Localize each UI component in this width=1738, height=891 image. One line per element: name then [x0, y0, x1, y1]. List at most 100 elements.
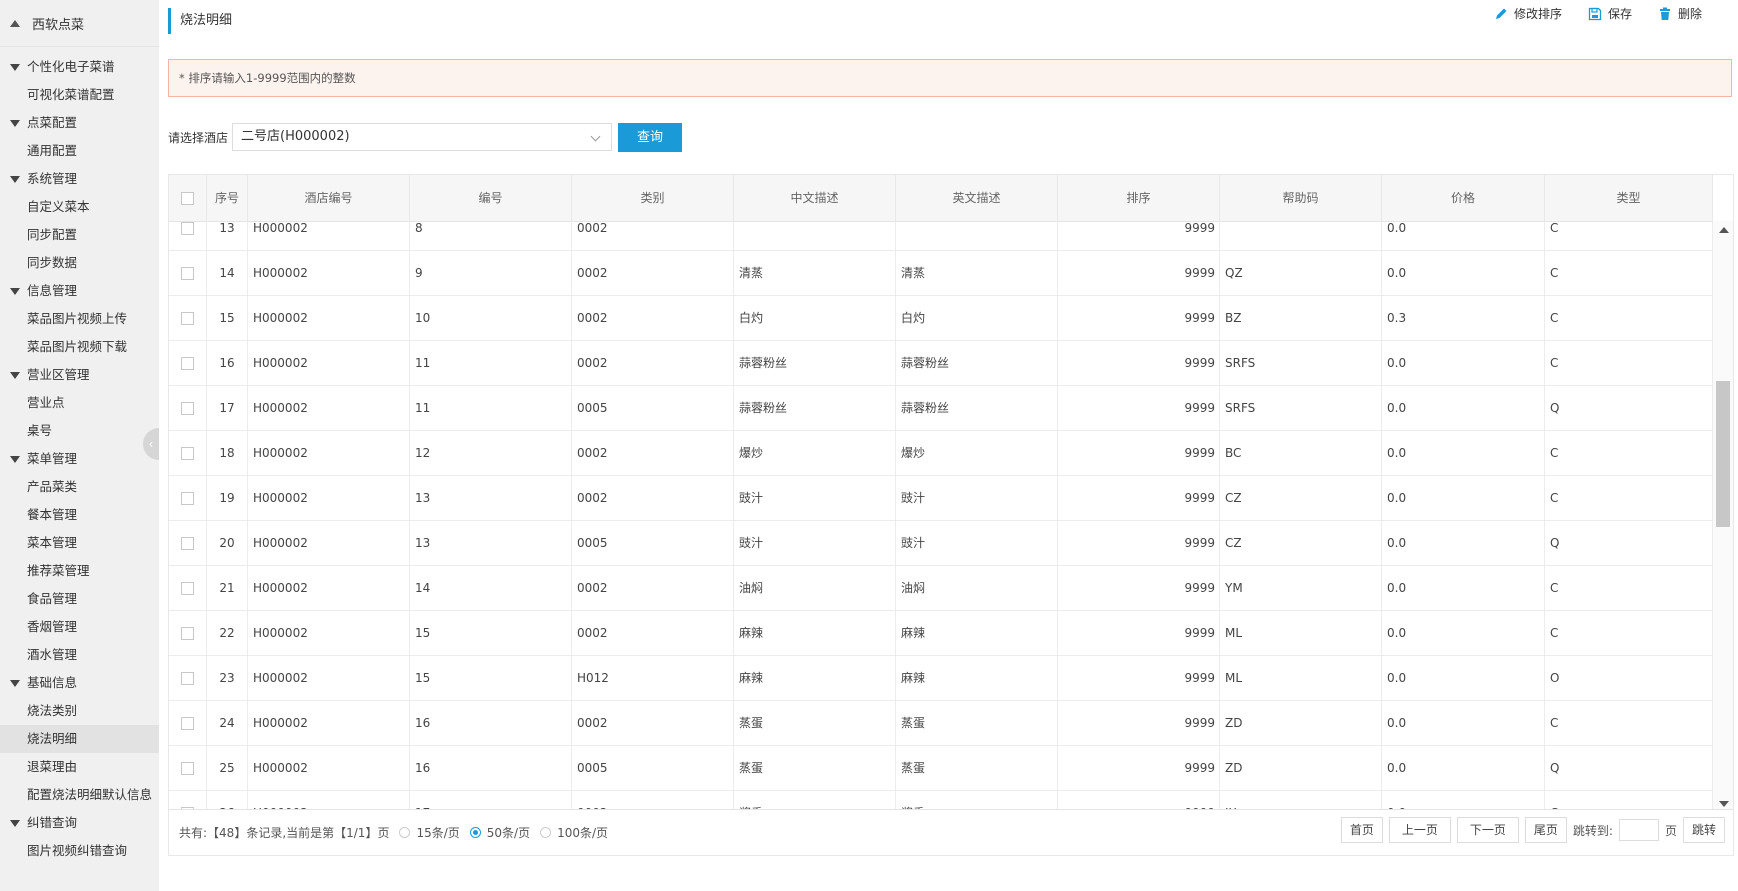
table-cell: 16: [207, 341, 248, 385]
table-row[interactable]: 23 H000002 15 H012 麻辣 麻辣 9999 ML 0.0 O: [169, 656, 1713, 701]
row-checkbox-cell: [169, 296, 207, 340]
table-cell: H000002: [248, 386, 410, 430]
table-row[interactable]: 26H000002170002酱香酱香9999JX0.0C: [169, 791, 1713, 811]
prev-page-button[interactable]: 上一页: [1388, 817, 1451, 843]
column-header[interactable]: 英文描述: [896, 175, 1058, 221]
sidebar-item[interactable]: 通用配置: [0, 137, 159, 165]
table-cell: C: [1545, 341, 1713, 385]
sidebar-item[interactable]: 产品菜类: [0, 473, 159, 501]
table-cell: ZD: [1220, 701, 1382, 745]
sidebar-item[interactable]: 菜本管理: [0, 529, 159, 557]
table-row[interactable]: 21 H000002 14 0002 油焖 油焖 9999 YM 0.0 C: [169, 566, 1713, 611]
sidebar-item[interactable]: 酒水管理: [0, 641, 159, 669]
column-header[interactable]: 类别: [572, 175, 734, 221]
sidebar-group-label: 点菜配置: [27, 115, 78, 130]
sidebar-item[interactable]: 香烟管理: [0, 613, 159, 641]
hotel-select[interactable]: 二号店(H000002): [232, 123, 613, 151]
sidebar-item[interactable]: 退菜理由: [0, 753, 159, 781]
sidebar-item[interactable]: 餐本管理: [0, 501, 159, 529]
sidebar-item[interactable]: 推荐菜管理: [0, 557, 159, 585]
sidebar-group[interactable]: 系统管理: [0, 165, 159, 193]
sidebar-group[interactable]: 营业区管理: [0, 361, 159, 389]
table-row[interactable]: 22 H000002 15 0002 麻辣 麻辣 9999 ML 0.0 C: [169, 611, 1713, 656]
sidebar-item[interactable]: 自定义菜本: [0, 193, 159, 221]
jump-button[interactable]: 跳转: [1682, 817, 1725, 843]
row-checkbox[interactable]: [181, 492, 194, 505]
save-button[interactable]: 保存: [1588, 6, 1632, 22]
table-row[interactable]: 24 H000002 16 0002 蒸蛋 蒸蛋 9999 ZD 0.0 C: [169, 701, 1713, 746]
delete-button[interactable]: 删除: [1658, 6, 1702, 22]
table-cell: 9999: [1058, 791, 1220, 811]
sidebar-item[interactable]: 营业点: [0, 389, 159, 417]
table-row[interactable]: 17 H000002 11 0005 蒜蓉粉丝 蒜蓉粉丝 9999 SRFS 0.0 Q: [169, 386, 1713, 431]
row-checkbox[interactable]: [181, 357, 194, 370]
page-size-option[interactable]: 50条/页: [469, 824, 530, 841]
table-row[interactable]: 20 H000002 13 0005 豉汁 豉汁 9999 CZ 0.0 Q: [169, 521, 1713, 566]
row-checkbox[interactable]: [181, 402, 194, 415]
row-checkbox[interactable]: [181, 717, 194, 730]
page-size-option[interactable]: 100条/页: [540, 824, 608, 841]
table-body[interactable]: 13 H000002 8 0002 9999 0.0 C 14 H000002 9 0002 清蒸 清蒸…: [169, 221, 1713, 811]
table-row[interactable]: 25 H000002 16 0005 蒸蛋 蒸蛋 9999 ZD 0.0 Q: [169, 746, 1713, 791]
page-size-option[interactable]: 15条/页: [399, 824, 460, 841]
chevron-left-icon: ‹: [148, 437, 154, 451]
column-header[interactable]: 中文描述: [734, 175, 896, 221]
brand[interactable]: 西软点菜: [0, 0, 159, 47]
row-checkbox[interactable]: [181, 447, 194, 460]
table-row[interactable]: 13 H000002 8 0002 9999 0.0 C: [169, 221, 1713, 251]
next-page-button[interactable]: 下一页: [1456, 817, 1519, 843]
jump-page-input[interactable]: [1618, 819, 1659, 841]
row-checkbox[interactable]: [181, 672, 194, 685]
row-checkbox[interactable]: [181, 627, 194, 640]
sidebar-item[interactable]: 食品管理: [0, 585, 159, 613]
table-cell: 16: [410, 701, 572, 745]
sidebar-group-label: 纠错查询: [27, 815, 78, 830]
row-checkbox[interactable]: [181, 312, 194, 325]
sidebar-group[interactable]: 信息管理: [0, 277, 159, 305]
sidebar-item[interactable]: 同步配置: [0, 221, 159, 249]
row-checkbox[interactable]: [181, 222, 194, 235]
table-row[interactable]: 18 H000002 12 0002 爆炒 爆炒 9999 BC 0.0 C: [169, 431, 1713, 476]
column-header[interactable]: 排序: [1058, 175, 1220, 221]
last-page-button[interactable]: 尾页: [1524, 817, 1567, 843]
sidebar-group[interactable]: 基础信息: [0, 669, 159, 697]
column-header[interactable]: 编号: [410, 175, 572, 221]
row-checkbox[interactable]: [181, 582, 194, 595]
sidebar-item[interactable]: 桌号: [0, 417, 159, 445]
scroll-down-arrow-icon[interactable]: [1719, 801, 1729, 807]
table-row[interactable]: 14 H000002 9 0002 清蒸 清蒸 9999 QZ 0.0 C: [169, 251, 1713, 296]
column-header[interactable]: 价格: [1382, 175, 1545, 221]
table-row[interactable]: 19 H000002 13 0002 豉汁 豉汁 9999 CZ 0.0 C: [169, 476, 1713, 521]
column-header[interactable]: 帮助码: [1220, 175, 1382, 221]
select-all-checkbox[interactable]: [181, 192, 194, 205]
first-page-button[interactable]: 首页: [1340, 817, 1383, 843]
sidebar-item[interactable]: 同步数据: [0, 249, 159, 277]
row-checkbox[interactable]: [181, 267, 194, 280]
sidebar-group[interactable]: 个性化电子菜谱: [0, 53, 159, 81]
sidebar-group[interactable]: 菜单管理: [0, 445, 159, 473]
query-button[interactable]: 查询: [618, 122, 683, 152]
row-checkbox[interactable]: [181, 762, 194, 775]
sidebar-item[interactable]: 可视化菜谱配置: [0, 81, 159, 109]
sidebar-group[interactable]: 点菜配置: [0, 109, 159, 137]
sidebar-item[interactable]: 烧法明细: [0, 725, 159, 753]
column-header[interactable]: 酒店编号: [248, 175, 410, 221]
sidebar-item[interactable]: 菜品图片视频下载: [0, 333, 159, 361]
table-cell: [1220, 221, 1382, 250]
column-header[interactable]: 序号: [207, 175, 248, 221]
sidebar-group[interactable]: 纠错查询: [0, 809, 159, 837]
vertical-scrollbar[interactable]: [1713, 221, 1733, 811]
sidebar-item[interactable]: 烧法类别: [0, 697, 159, 725]
scroll-up-arrow-icon[interactable]: [1719, 227, 1729, 233]
sidebar-item[interactable]: 菜品图片视频上传: [0, 305, 159, 333]
column-header[interactable]: 类型: [1545, 175, 1713, 221]
sidebar-item[interactable]: 配置烧法明细默认信息: [0, 781, 159, 809]
edit-sort-button[interactable]: 修改排序: [1494, 6, 1562, 22]
table-row[interactable]: 15 H000002 10 0002 白灼 白灼 9999 BZ 0.3 C: [169, 296, 1713, 341]
scrollbar-thumb[interactable]: [1716, 381, 1730, 527]
sidebar-item[interactable]: 图片视频纠错查询: [0, 837, 159, 865]
table-row[interactable]: 16 H000002 11 0002 蒜蓉粉丝 蒜蓉粉丝 9999 SRFS 0.0 C: [169, 341, 1713, 386]
caret-down-icon: [10, 371, 20, 379]
row-checkbox[interactable]: [181, 537, 194, 550]
table-cell: 白灼: [896, 296, 1058, 340]
